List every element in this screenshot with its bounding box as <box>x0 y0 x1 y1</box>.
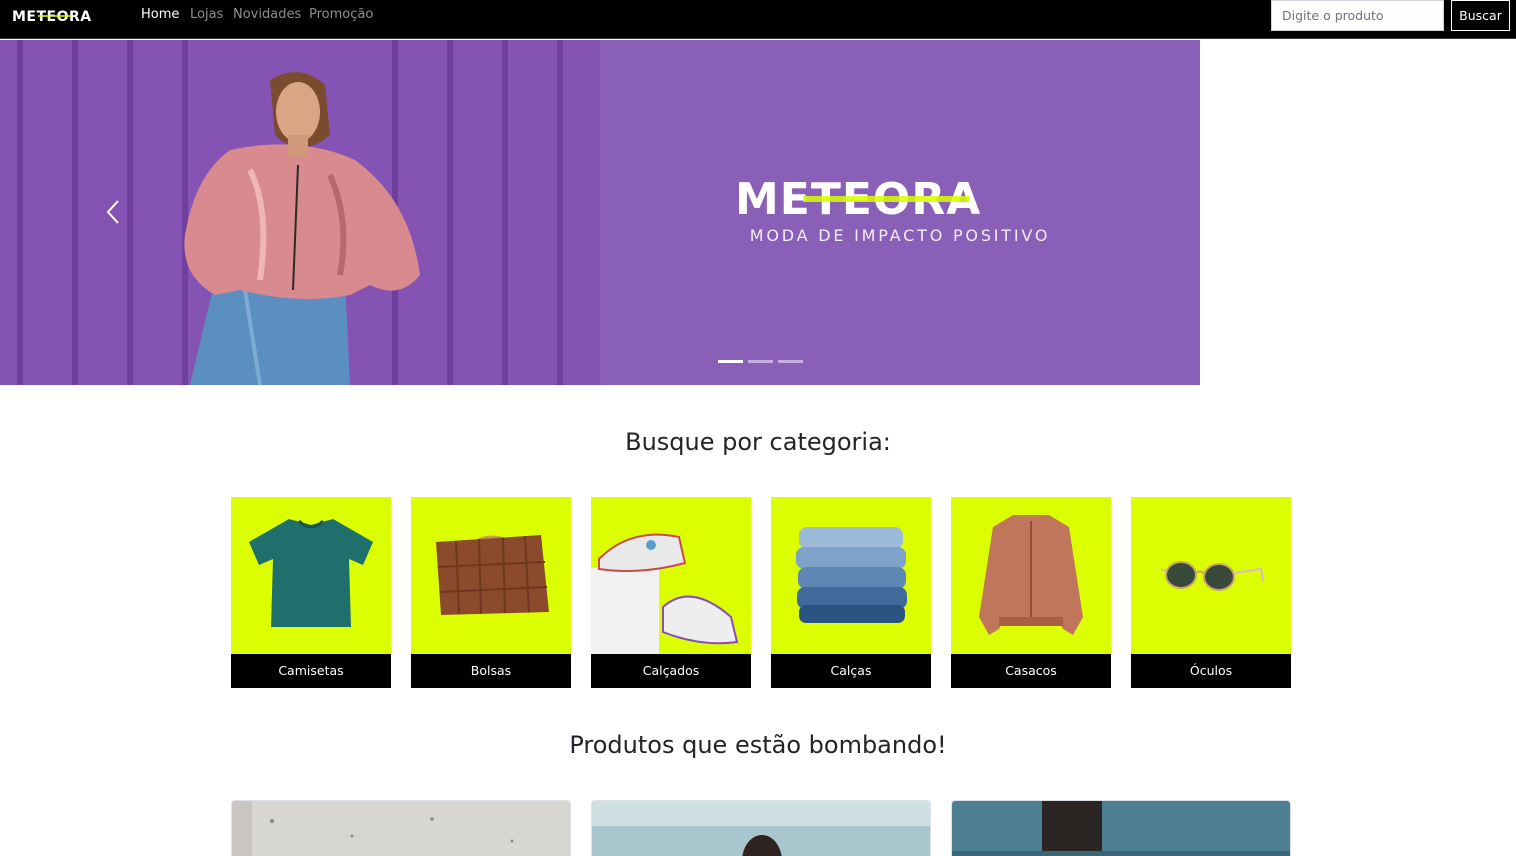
category-label: Camisetas <box>231 654 391 688</box>
carousel-indicator-1[interactable] <box>718 360 743 363</box>
brand-logo[interactable]: METEORA <box>12 9 118 23</box>
category-label: Óculos <box>1131 654 1291 688</box>
product-card-2[interactable] <box>591 800 931 856</box>
hero-brand-logo: METEORA <box>735 175 980 219</box>
sunglasses-image <box>1131 497 1291 654</box>
trending-title: Produtos que estão bombando! <box>569 731 947 759</box>
category-label: Bolsas <box>411 654 571 688</box>
category-label: Calçados <box>591 654 751 688</box>
category-card-oculos[interactable]: Óculos <box>1131 497 1291 688</box>
product-image <box>232 801 570 856</box>
nav-link-novidades[interactable]: Novidades <box>233 7 301 22</box>
carousel-prev-chevron-icon[interactable] <box>100 195 128 229</box>
hero-model-photo <box>0 40 600 385</box>
hero-brand-slide: METEORA MODA DE IMPACTO POSITIVO <box>600 40 1200 385</box>
jeans-stack-image <box>771 497 931 654</box>
product-image <box>952 801 1290 856</box>
carousel-indicator-3[interactable] <box>778 360 803 363</box>
search-input[interactable] <box>1271 0 1444 31</box>
category-card-calcados[interactable]: Calçados <box>591 497 751 688</box>
hero-tagline: MODA DE IMPACTO POSITIVO <box>749 226 1051 245</box>
categories-title: Busque por categoria: <box>625 428 891 456</box>
top-navbar: METEORA Home Lojas Novidades Promoção Bu… <box>0 0 1516 39</box>
product-card-1[interactable] <box>231 800 571 856</box>
nav-link-lojas[interactable]: Lojas <box>190 7 223 22</box>
bag-image <box>411 497 571 654</box>
product-card-3[interactable] <box>951 800 1291 856</box>
carousel-indicator-2[interactable] <box>748 360 773 363</box>
nav-link-home[interactable]: Home <box>141 7 179 22</box>
category-card-bolsas[interactable]: Bolsas <box>411 497 571 688</box>
search-button[interactable]: Buscar <box>1451 0 1510 31</box>
category-card-casacos[interactable]: Casacos <box>951 497 1111 688</box>
sneakers-image <box>591 497 751 654</box>
tshirt-image <box>231 497 391 654</box>
category-card-calcas[interactable]: Calças <box>771 497 931 688</box>
nav-link-promocao[interactable]: Promoção <box>309 7 373 22</box>
category-label: Casacos <box>951 654 1111 688</box>
hero-carousel: METEORA MODA DE IMPACTO POSITIVO <box>0 40 1200 385</box>
jacket-image <box>951 497 1111 654</box>
category-card-camisetas[interactable]: Camisetas <box>231 497 391 688</box>
category-label: Calças <box>771 654 931 688</box>
product-image <box>592 801 930 856</box>
